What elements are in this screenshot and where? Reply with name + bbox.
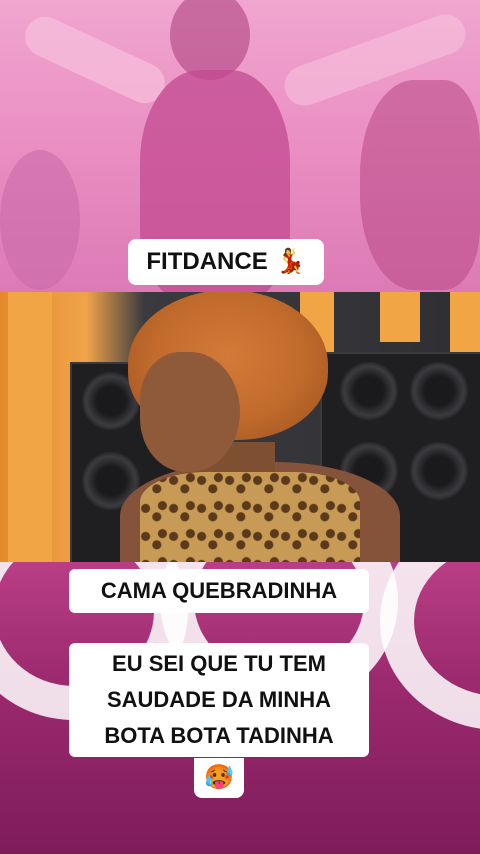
lyrics-line-3: BOTA BOTA TADINHA <box>104 723 334 748</box>
dancer-photo <box>0 292 480 562</box>
lyrics-caption: EU SEI QUE TU TEM SAUDADE DA MINHA BOTA … <box>69 643 369 757</box>
hot-face-emoji-icon: 🥵 <box>204 764 234 791</box>
song-title-text: CAMA QUEBRADINHA <box>100 578 338 603</box>
song-title-label: CAMA QUEBRADINHA <box>69 569 369 613</box>
dancer-emoji-icon: 💃 <box>275 248 306 275</box>
fitdance-title-text: FITDANCE <box>146 248 268 275</box>
video-frame: FITDANCE 💃 CAMA QUEBRADINHA EU SEI QUE T… <box>0 0 480 854</box>
lyrics-line-1: EU SEI QUE TU TEM <box>112 651 326 676</box>
lyrics-line-2: SAUDADE DA MINHA <box>106 687 332 712</box>
fitdance-title-label: FITDANCE 💃 <box>128 239 324 285</box>
reaction-emoji-label: 🥵 <box>194 758 244 798</box>
